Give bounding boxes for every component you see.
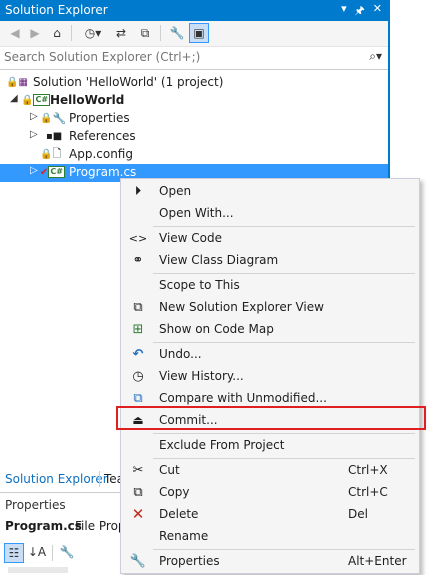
tree-item-label: References (69, 129, 136, 143)
code-map-icon: ⊞ (132, 321, 144, 337)
solution-icon: 🔒 ▦ (6, 76, 28, 88)
tree-item-label: HelloWorld (50, 93, 125, 107)
forward-icon[interactable]: ▶ (26, 24, 44, 42)
config-file-icon: 🔒 🗋 (40, 146, 62, 160)
alphabetical-icon[interactable]: ↓A (28, 543, 46, 561)
preview-icon[interactable]: ▣ (189, 23, 209, 43)
search-icon[interactable]: ⌕▾ (369, 49, 382, 64)
tree-item-properties[interactable]: ▷ 🔒 🔧 Properties (0, 110, 388, 128)
menu-item-delete[interactable]: ✕ Delete Del (121, 503, 419, 525)
object-name: Program.cs (5, 519, 82, 533)
compare-icon: ⧉ (133, 390, 143, 406)
pending-changes-filter-icon[interactable]: ◷▾ (80, 24, 106, 42)
pin-icon[interactable]: 🖈 (355, 2, 365, 21)
wrench-icon: 🔧 (129, 553, 147, 569)
references-icon: ▪■ (46, 130, 63, 142)
back-icon[interactable]: ◀ (6, 24, 24, 42)
menu-item-copy[interactable]: ⧉ Copy Ctrl+C (121, 481, 419, 503)
shortcut-label: Ctrl+C (348, 485, 388, 499)
panel-title: Solution Explorer (5, 3, 108, 17)
menu-item-properties[interactable]: 🔧 Properties Alt+Enter (121, 550, 419, 572)
sync-icon[interactable]: ⇄ (112, 24, 130, 42)
csharp-project-icon: 🔒 C# (21, 94, 51, 106)
copy-icon: ⧉ (133, 484, 143, 500)
history-icon: ◷ (132, 368, 144, 384)
dropdown-icon[interactable]: ▾ (341, 2, 347, 21)
solution-explorer-titlebar: Solution Explorer ▾ 🖈 ✕ (0, 0, 388, 21)
menu-item-open[interactable]: ⏵ Open (121, 180, 419, 202)
menu-item-scope-to-this[interactable]: Scope to This (121, 274, 419, 296)
close-icon[interactable]: ✕ (373, 2, 382, 21)
menu-item-cut[interactable]: ✂ Cut Ctrl+X (121, 459, 419, 481)
menu-item-new-solution-explorer-view[interactable]: ⧉ New Solution Explorer View (121, 296, 419, 318)
wrench-icon[interactable]: 🔧 (168, 24, 186, 42)
tree-item-label: Properties (69, 111, 130, 125)
home-icon[interactable]: ⌂ (48, 24, 66, 42)
new-view-icon: ⧉ (133, 299, 143, 315)
solution-explorer-toolbar: ◀ ▶ ⌂ ◷▾ ⇄ ⧉ 🔧 ▣ (0, 21, 388, 47)
menu-item-view-class-diagram[interactable]: ⚭ View Class Diagram (121, 249, 419, 271)
menu-item-exclude-from-project[interactable]: Exclude From Project (121, 434, 419, 456)
collapsed-arrow-icon[interactable]: ▷ (30, 111, 38, 122)
delete-icon: ✕ (131, 505, 145, 523)
tree-item-references[interactable]: ▷ ▪■ References (0, 128, 388, 146)
search-box: ⌕▾ (0, 47, 388, 70)
tree-item-solution[interactable]: 🔒 ▦ Solution 'HelloWorld' (1 project) (0, 74, 388, 92)
menu-item-view-history[interactable]: ◷ View History... (121, 365, 419, 387)
undo-icon: ↶ (132, 346, 144, 362)
tree-item-label: Solution 'HelloWorld' (1 project) (33, 75, 224, 89)
properties-icon: 🔒 🔧 (40, 111, 67, 125)
commit-highlight-box (116, 406, 426, 430)
collapsed-arrow-icon[interactable]: ▷ (30, 165, 38, 176)
shortcut-label: Ctrl+X (348, 463, 388, 477)
tree-item-label: Program.cs (69, 165, 137, 179)
shortcut-label: Alt+Enter (348, 554, 407, 568)
property-pages-icon[interactable]: 🔧 (58, 543, 76, 561)
menu-item-undo[interactable]: ↶ Undo... (121, 343, 419, 365)
tree-item-label: App.config (69, 147, 133, 161)
menu-item-show-on-code-map[interactable]: ⊞ Show on Code Map (121, 318, 419, 340)
tree-item-app-config[interactable]: 🔒 🗋 App.config (0, 146, 388, 164)
class-diagram-icon: ⚭ (132, 252, 144, 268)
menu-item-view-code[interactable]: <> View Code (121, 227, 419, 249)
collapsed-arrow-icon[interactable]: ▷ (30, 129, 38, 140)
menu-item-open-with[interactable]: Open With... (121, 202, 419, 224)
csharp-file-icon: ✔ C# (40, 166, 65, 178)
open-icon: ⏵ (134, 183, 142, 199)
search-input[interactable] (4, 49, 354, 65)
tree-item-project[interactable]: ◢ 🔒 C# HelloWorld (0, 92, 388, 110)
categorized-icon[interactable]: ☷ (4, 543, 24, 563)
context-menu: ⏵ Open Open With... <> View Code ⚭ View … (120, 178, 420, 574)
tab-solution-explorer[interactable]: Solution Explorer (5, 472, 108, 486)
cut-icon: ✂ (132, 462, 144, 478)
expanded-arrow-icon[interactable]: ◢ (10, 93, 18, 104)
menu-item-rename[interactable]: Rename (121, 525, 419, 547)
shortcut-label: Del (348, 507, 368, 521)
code-icon: <> (128, 231, 148, 245)
collapse-all-icon[interactable]: ⧉ (136, 24, 154, 42)
